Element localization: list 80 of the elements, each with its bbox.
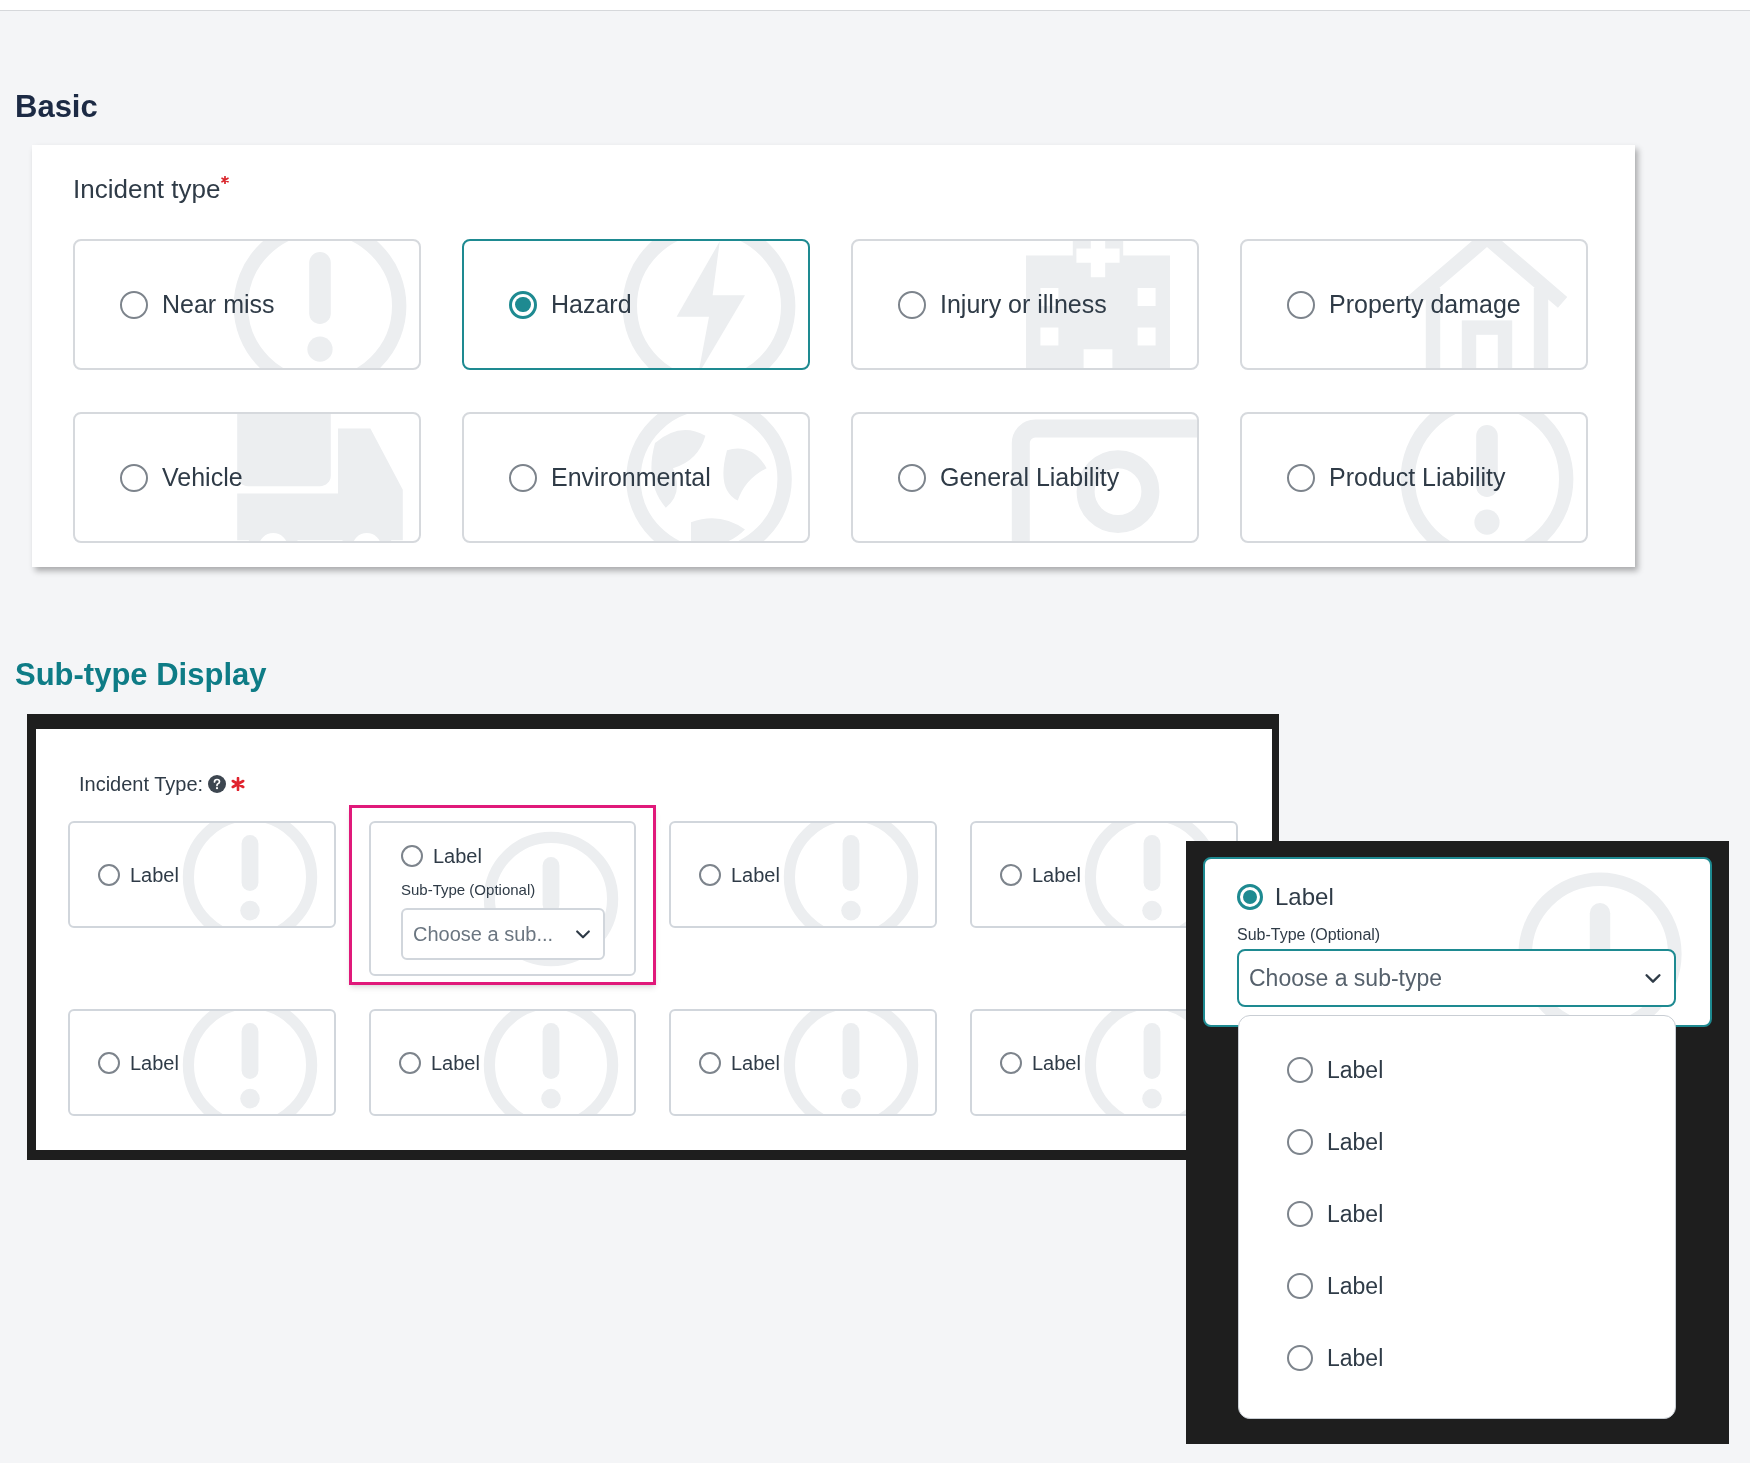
section-heading: Basic	[15, 91, 99, 122]
option-label: Label	[130, 1050, 179, 1076]
option-label: Vehicle	[162, 461, 243, 493]
radio-button[interactable]	[1287, 1129, 1313, 1155]
option-label: Hazard	[551, 288, 632, 320]
exclamation-icon	[781, 1011, 921, 1114]
option-card[interactable]: Label	[669, 1009, 937, 1116]
select-placeholder: Choose a sub...	[413, 921, 554, 947]
option-card[interactable]: Label	[68, 821, 336, 928]
radio-button[interactable]	[1000, 863, 1022, 886]
option-label: Label	[1327, 1127, 1384, 1157]
option-card[interactable]: Injury or illness	[851, 239, 1199, 370]
exclamation-icon	[180, 1011, 320, 1114]
radio-button[interactable]	[699, 863, 721, 886]
radio-button[interactable]	[1287, 290, 1315, 319]
help-icon[interactable]	[208, 775, 227, 793]
radio-button[interactable]	[699, 1051, 721, 1074]
radio-button[interactable]	[1287, 1057, 1313, 1083]
option-label: Product Liability	[1329, 461, 1506, 493]
exclamation-icon	[481, 1011, 621, 1114]
section-heading: Sub-type Display	[15, 659, 268, 690]
radio-button[interactable]	[399, 1051, 421, 1074]
menu-item[interactable]: Label	[1239, 1250, 1675, 1322]
menu-item[interactable]: Label	[1239, 1178, 1675, 1250]
menu-item[interactable]: Label	[1239, 1106, 1675, 1178]
radio-button[interactable]	[1287, 1345, 1313, 1371]
field-label: Incident Type:	[79, 772, 204, 797]
subtype-select[interactable]: Choose a sub-type	[1237, 949, 1676, 1007]
radio-button[interactable]	[1237, 884, 1263, 910]
option-card[interactable]: Property damage	[1240, 239, 1588, 370]
option-card[interactable]: Vehicle	[73, 412, 421, 543]
option-card[interactable]: Label	[669, 821, 937, 928]
option-card[interactable]: Hazard	[462, 239, 810, 370]
radio-button[interactable]	[98, 1051, 120, 1074]
radio-button[interactable]	[1287, 1201, 1313, 1227]
option-label: Label	[1327, 1055, 1384, 1085]
radio-button[interactable]	[509, 463, 537, 492]
option-card[interactable]: Label	[369, 1009, 636, 1116]
option-label: Injury or illness	[940, 288, 1107, 320]
option-card[interactable]: Label	[68, 1009, 336, 1116]
field-label: Incident type	[73, 173, 221, 206]
option-card[interactable]: Label Sub-Type (Optional) Choose a sub...	[369, 821, 636, 976]
radio-button[interactable]	[1287, 463, 1315, 492]
radio-button[interactable]	[1000, 1051, 1022, 1074]
option-label: Property damage	[1329, 288, 1521, 320]
exclamation-icon	[781, 823, 921, 926]
subtype-select[interactable]: Choose a sub...	[401, 907, 605, 960]
option-card[interactable]: Environmental	[462, 412, 810, 543]
subtype-label: Sub-Type (Optional)	[401, 880, 537, 900]
option-label: Label	[1032, 1050, 1081, 1076]
option-label: Label	[1327, 1343, 1384, 1373]
option-card[interactable]: Near miss	[73, 239, 421, 370]
select-placeholder: Choose a sub-type	[1249, 963, 1443, 993]
option-label: Environmental	[551, 461, 711, 493]
option-label: Label	[433, 844, 482, 869]
option-label: General Liability	[940, 461, 1120, 493]
option-label: Label	[1327, 1271, 1384, 1301]
radio-button[interactable]	[98, 863, 120, 886]
option-label: Label	[1275, 882, 1334, 912]
radio-button[interactable]	[898, 290, 926, 319]
option-card[interactable]: Product Liability	[1240, 412, 1588, 543]
menu-item[interactable]: Label	[1239, 1322, 1675, 1394]
option-label: Label	[1032, 862, 1081, 888]
option-label: Near miss	[162, 288, 275, 320]
option-label: Label	[431, 1050, 480, 1076]
option-card[interactable]: General Liability	[851, 412, 1199, 543]
option-label: Label	[1327, 1199, 1384, 1229]
option-card[interactable]: Label Sub-Type (Optional) Choose a sub-type	[1203, 857, 1712, 1027]
option-label: Label	[731, 1050, 780, 1076]
radio-button[interactable]	[509, 290, 537, 319]
radio-button[interactable]	[401, 845, 423, 867]
radio-button[interactable]	[1287, 1273, 1313, 1299]
radio-button[interactable]	[120, 463, 148, 492]
exclamation-icon	[180, 823, 320, 926]
radio-button[interactable]	[120, 290, 148, 319]
subtype-label: Sub-Type (Optional)	[1237, 925, 1381, 945]
option-label: Label	[731, 862, 780, 888]
menu-item[interactable]: Label	[1239, 1034, 1675, 1106]
option-label: Label	[130, 862, 179, 888]
radio-button[interactable]	[898, 463, 926, 492]
